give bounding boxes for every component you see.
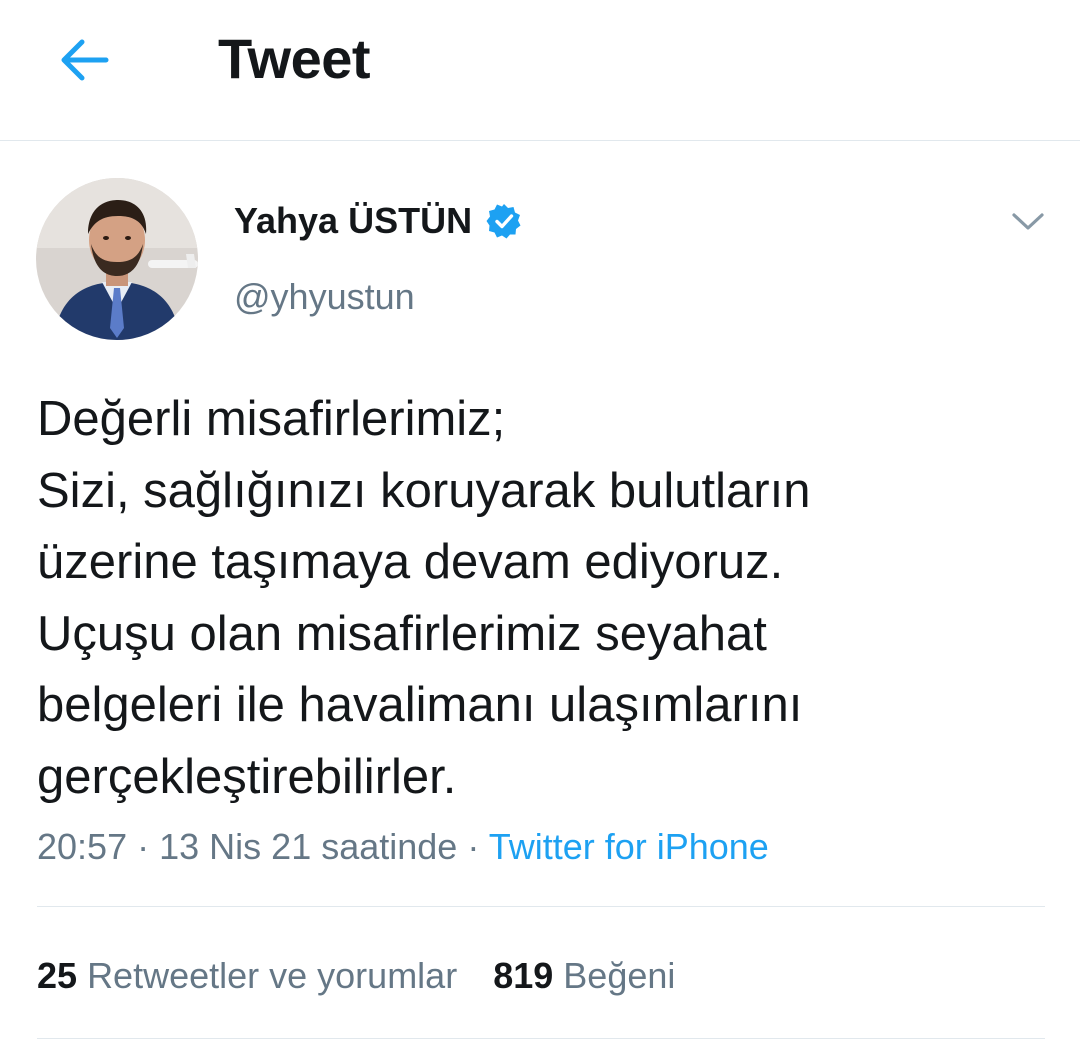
page-title: Tweet <box>218 27 371 90</box>
chevron-down-icon <box>1012 213 1044 230</box>
verified-badge-icon <box>486 203 522 239</box>
meta-separator: · <box>137 826 150 867</box>
tweet-source-link[interactable]: Twitter for iPhone <box>489 826 769 867</box>
likes-count: 819 <box>493 955 554 996</box>
retweets-label: Retweetler ve yorumlar <box>87 955 458 996</box>
tweet-text-line: Değerli misafirlerimiz; <box>37 392 506 446</box>
author-name[interactable]: Yahya ÜSTÜN <box>234 200 522 242</box>
avatar-image <box>36 178 198 340</box>
tweet-text-line: üzerine taşımaya devam ediyoruz. <box>37 535 784 589</box>
back-button[interactable] <box>54 30 114 90</box>
meta-separator: · <box>467 826 480 867</box>
arrow-left-icon <box>61 39 109 81</box>
tweet-meta: 20:57 · 13 Nis 21 saatinde · Twitter for… <box>37 826 769 868</box>
retweets-stat[interactable]: 25 Retweetler ve yorumlar <box>37 955 457 997</box>
retweets-count: 25 <box>37 955 78 996</box>
top-bar: Tweet <box>0 0 1080 141</box>
tweet-date: 13 Nis 21 saatinde <box>159 826 458 867</box>
tweet-text-line: gerçekleştirebilirler. <box>37 749 457 804</box>
divider <box>37 1038 1045 1039</box>
divider <box>37 906 1045 907</box>
tweet-time: 20:57 <box>37 826 128 867</box>
avatar[interactable] <box>36 178 198 340</box>
tweet-text-line: Uçuşu olan misafirlerimiz seyahat <box>37 606 767 661</box>
tweet-stats: 25 Retweetler ve yorumlar 819 Beğeni <box>37 955 711 997</box>
author-name-text: Yahya ÜSTÜN <box>234 200 473 241</box>
author-handle[interactable]: @yhyustun <box>234 276 415 318</box>
tweet-text-line: belgeleri ile havalimanı ulaşımlarını <box>37 678 803 732</box>
likes-label: Beğeni <box>563 955 676 996</box>
likes-stat[interactable]: 819 Beğeni <box>493 955 675 997</box>
tweet-text-line: Sizi, sağlığınızı koruyarak bulutların <box>37 463 811 518</box>
tweet-text: Değerli misafirlerimiz; Sizi, sağlığınız… <box>37 384 1047 813</box>
tweet-menu-button[interactable] <box>1006 200 1050 244</box>
